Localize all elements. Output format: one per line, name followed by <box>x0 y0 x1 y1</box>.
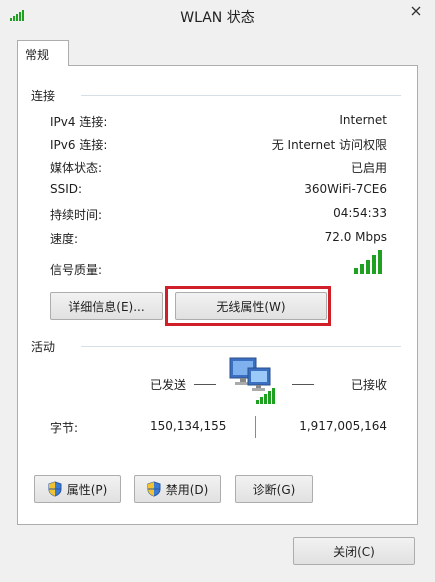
tab-general[interactable]: 常规 <box>17 40 69 66</box>
disable-button-label: 禁用(D) <box>165 482 209 497</box>
bytes-separator <box>255 416 256 438</box>
speed-value: 72.0 Mbps <box>324 230 387 244</box>
sent-label: 已发送 <box>150 378 187 392</box>
title-bar: WLAN 状态 <box>0 0 435 32</box>
close-button-label: 关闭(C) <box>333 544 375 559</box>
window-close-button[interactable] <box>396 0 435 22</box>
duration-value: 04:54:33 <box>333 206 387 220</box>
ipv4-label: IPv4 连接: <box>50 115 108 129</box>
ipv6-label: IPv6 连接: <box>50 138 108 152</box>
diagnose-button[interactable]: 诊断(G) <box>235 475 313 503</box>
connection-divider <box>81 95 401 96</box>
signal-strength-icon <box>354 250 384 274</box>
received-line <box>292 384 314 385</box>
diagnose-button-label: 诊断(G) <box>252 482 296 497</box>
sent-line <box>194 384 216 385</box>
media-state-value: 已启用 <box>350 161 387 175</box>
activity-section-title: 活动 <box>31 340 56 354</box>
ipv6-value: 无 Internet 访问权限 <box>271 138 387 152</box>
network-computers-icon <box>229 357 275 404</box>
bytes-sent-value: 150,134,155 <box>150 419 227 433</box>
details-button[interactable]: 详细信息(E)... <box>50 292 163 320</box>
shield-icon <box>147 481 161 497</box>
received-label: 已接收 <box>350 378 387 392</box>
disable-button[interactable]: 禁用(D) <box>134 475 221 503</box>
ssid-value: 360WiFi-7CE6 <box>304 182 387 196</box>
bytes-label: 字节: <box>50 421 79 435</box>
signal-quality-label: 信号质量: <box>50 263 103 277</box>
activity-divider <box>81 346 401 347</box>
duration-label: 持续时间: <box>50 208 103 222</box>
shield-icon <box>48 481 62 497</box>
close-icon <box>411 6 420 16</box>
ssid-label: SSID: <box>50 182 83 196</box>
ipv4-value: Internet <box>339 113 387 127</box>
bytes-received-value: 1,917,005,164 <box>299 419 387 433</box>
properties-button-label: 属性(P) <box>66 482 108 497</box>
details-button-label: 详细信息(E)... <box>68 299 145 314</box>
tab-general-label: 常规 <box>25 48 50 62</box>
wireless-properties-highlight <box>165 286 331 326</box>
speed-label: 速度: <box>50 232 79 246</box>
window-title: WLAN 状态 <box>180 10 255 26</box>
close-button[interactable]: 关闭(C) <box>293 537 415 565</box>
connection-section-title: 连接 <box>31 89 56 103</box>
media-state-label: 媒体状态: <box>50 161 103 175</box>
properties-button[interactable]: 属性(P) <box>34 475 121 503</box>
